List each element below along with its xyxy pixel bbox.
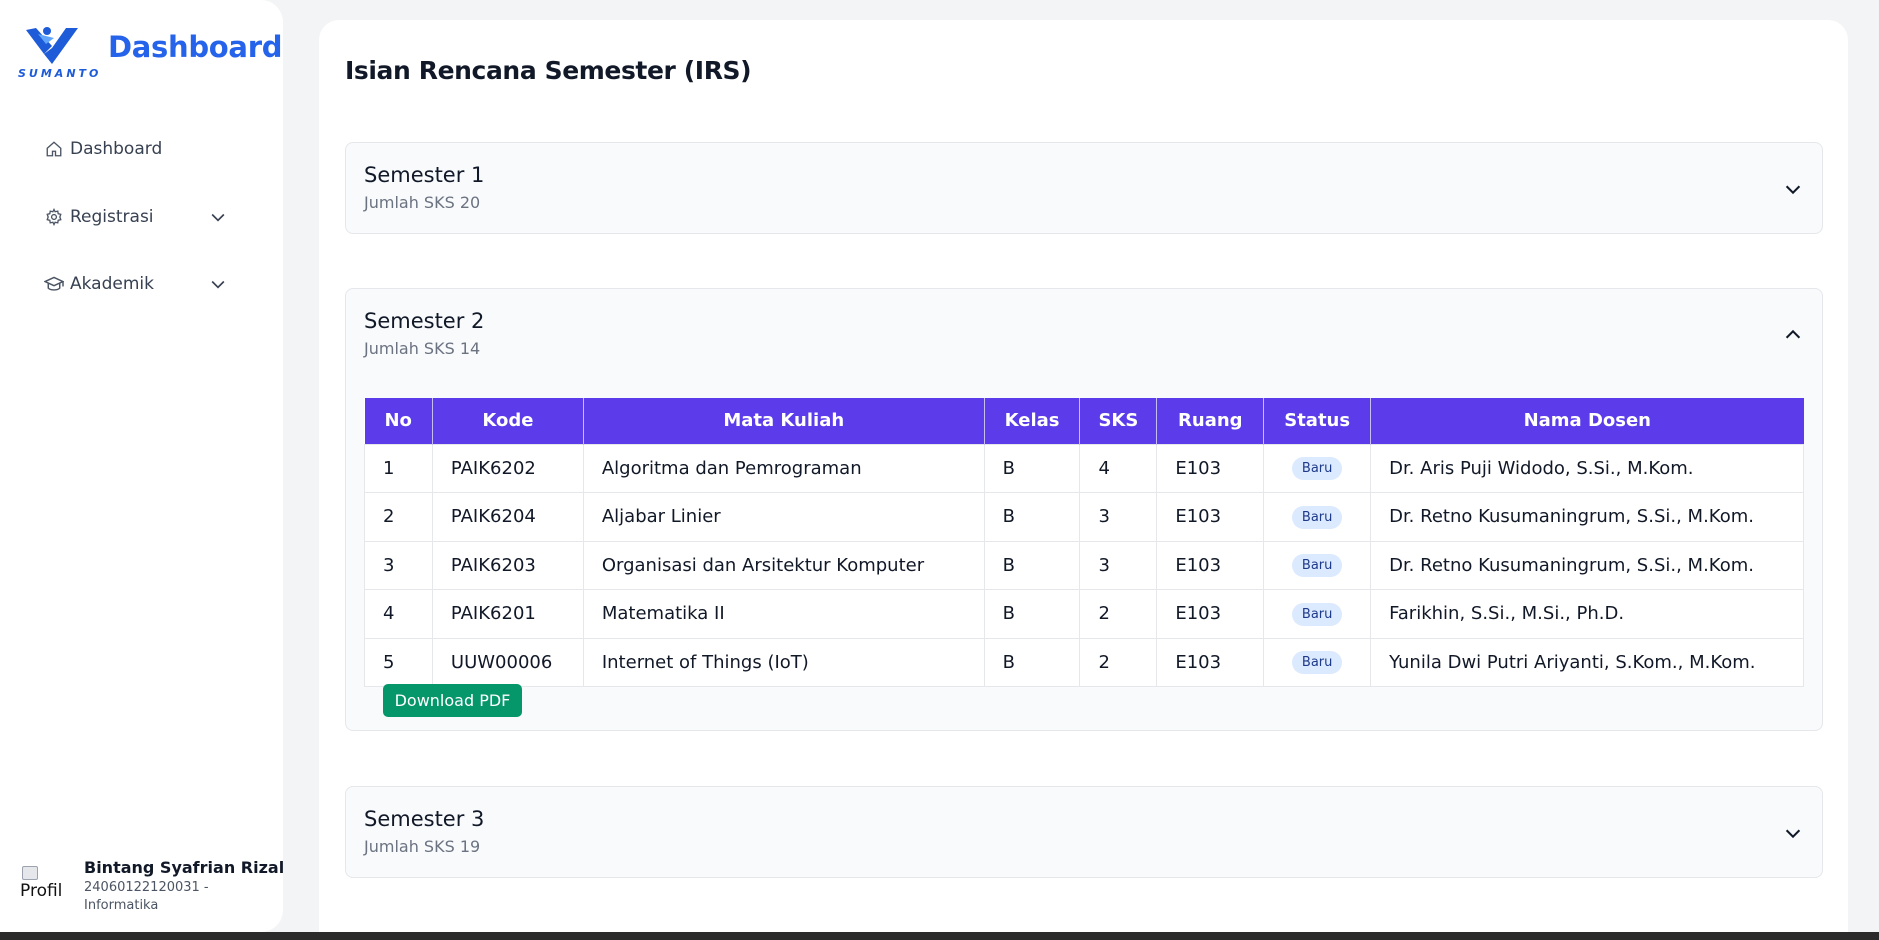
chevron-down-icon[interactable] — [1782, 822, 1804, 844]
chevron-up-icon[interactable] — [1782, 324, 1804, 346]
chevron-down-icon[interactable] — [208, 207, 228, 227]
cell-no: 3 — [364, 540, 433, 590]
chevron-down-icon[interactable] — [1782, 178, 1804, 200]
cell-ruang: E103 — [1156, 589, 1265, 639]
table-row: 4 PAIK6201 Matematika II B 2 E103 Baru F… — [364, 589, 1804, 639]
graduation-cap-icon — [44, 274, 64, 294]
logo-text: SUMANTO — [18, 67, 102, 80]
cell-ruang: E103 — [1156, 443, 1265, 493]
col-header-kelas: Kelas — [984, 398, 1081, 444]
profile-name: Bintang Syafrian Rizal — [84, 858, 285, 877]
cell-kelas: B — [983, 443, 1081, 493]
download-pdf-button[interactable]: Download PDF — [383, 684, 522, 717]
cell-no: 5 — [364, 637, 433, 687]
cell-kelas: B — [983, 589, 1081, 639]
window-bottom-edge — [0, 932, 1879, 940]
col-header-nama-dosen: Nama Dosen — [1370, 398, 1804, 444]
cell-no: 4 — [364, 589, 433, 639]
avatar[interactable]: Profil — [20, 866, 68, 908]
sidebar-item-label: Akademik — [70, 274, 154, 294]
cell-kelas: B — [983, 637, 1081, 687]
cell-status: Baru — [1263, 492, 1372, 542]
main-content: Isian Rencana Semester (IRS) Semester 1 … — [319, 20, 1848, 940]
cell-mata-kuliah: Algoritma dan Pemrograman — [582, 443, 985, 493]
chevron-down-icon[interactable] — [208, 274, 228, 294]
cell-nama-dosen: Dr. Retno Kusumaningrum, S.Si., M.Kom. — [1370, 540, 1804, 590]
cell-mata-kuliah: Matematika II — [582, 589, 985, 639]
profile-details: 24060122120031 - Informatika — [84, 879, 234, 915]
gear-icon — [44, 207, 64, 227]
semester-card-3[interactable]: Semester 3 Jumlah SKS 19 — [345, 786, 1823, 878]
cell-mata-kuliah: Organisasi dan Arsitektur Komputer — [582, 540, 985, 590]
status-badge: Baru — [1291, 651, 1343, 675]
semester-card-2[interactable]: Semester 2 Jumlah SKS 14 No Kode Mata Ku… — [345, 288, 1823, 731]
status-badge: Baru — [1291, 457, 1343, 481]
cell-ruang: E103 — [1156, 637, 1265, 687]
semester-title: Semester 3 — [364, 807, 485, 831]
irs-table: No Kode Mata Kuliah Kelas SKS Ruang Stat… — [364, 398, 1804, 687]
cell-nama-dosen: Yunila Dwi Putri Ariyanti, S.Kom., M.Kom… — [1370, 637, 1804, 687]
cell-mata-kuliah: Aljabar Linier — [582, 492, 985, 542]
cell-nama-dosen: Dr. Aris Puji Widodo, S.Si., M.Kom. — [1370, 443, 1804, 493]
cell-sks: 3 — [1079, 540, 1158, 590]
home-icon — [44, 139, 64, 159]
status-badge: Baru — [1291, 554, 1343, 578]
status-badge: Baru — [1291, 505, 1343, 529]
cell-status: Baru — [1263, 637, 1372, 687]
semester-sks: Jumlah SKS 19 — [364, 837, 481, 856]
sidebar-item-label: Dashboard — [70, 139, 163, 159]
cell-status: Baru — [1263, 443, 1372, 493]
cell-sks: 4 — [1079, 443, 1158, 493]
semester-sks: Jumlah SKS 20 — [364, 193, 481, 212]
status-badge: Baru — [1291, 602, 1343, 626]
sumanto-logo-icon — [26, 27, 78, 64]
cell-kode: PAIK6202 — [431, 443, 584, 493]
sidebar-item-label: Registrasi — [70, 207, 154, 227]
cell-nama-dosen: Dr. Retno Kusumaningrum, S.Si., M.Kom. — [1370, 492, 1804, 542]
cell-kode: PAIK6204 — [431, 492, 584, 542]
sidebar-item-dashboard[interactable]: Dashboard — [44, 134, 244, 164]
cell-ruang: E103 — [1156, 492, 1265, 542]
avatar-alt-text: Profil — [20, 881, 63, 901]
table-row: 1 PAIK6202 Algoritma dan Pemrograman B 4… — [364, 443, 1804, 493]
col-header-no: No — [364, 398, 433, 444]
col-header-ruang: Ruang — [1156, 398, 1265, 444]
semester-title: Semester 2 — [364, 309, 485, 333]
cell-kelas: B — [983, 492, 1081, 542]
cell-status: Baru — [1263, 589, 1372, 639]
cell-kelas: B — [983, 540, 1081, 590]
sidebar: SUMANTO Dashboard Dashboard Registrasi A… — [0, 0, 284, 932]
brand[interactable]: SUMANTO Dashboard — [16, 24, 282, 84]
cell-ruang: E103 — [1156, 540, 1265, 590]
cell-mata-kuliah: Internet of Things (IoT) — [582, 637, 985, 687]
col-header-sks: SKS — [1079, 398, 1158, 444]
table-row: 2 PAIK6204 Aljabar Linier B 3 E103 Baru … — [364, 492, 1804, 542]
cell-sks: 2 — [1079, 637, 1158, 687]
cell-status: Baru — [1263, 540, 1372, 590]
cell-no: 2 — [364, 492, 433, 542]
table-row: 5 UUW00006 Internet of Things (IoT) B 2 … — [364, 637, 1804, 687]
col-header-status: Status — [1263, 398, 1372, 444]
cell-nama-dosen: Farikhin, S.Si., M.Si., Ph.D. — [1370, 589, 1804, 639]
profile-program: Informatika — [84, 898, 159, 913]
cell-kode: UUW00006 — [431, 637, 584, 687]
page-title: Isian Rencana Semester (IRS) — [345, 56, 752, 85]
cell-sks: 3 — [1079, 492, 1158, 542]
brand-title: Dashboard — [108, 30, 283, 64]
table-row: 3 PAIK6203 Organisasi dan Arsitektur Kom… — [364, 540, 1804, 590]
semester-card-1[interactable]: Semester 1 Jumlah SKS 20 — [345, 142, 1823, 234]
user-profile[interactable]: Profil Bintang Syafrian Rizal 2406012212… — [20, 858, 284, 918]
cell-no: 1 — [364, 443, 433, 493]
sidebar-item-akademik[interactable]: Akademik — [44, 269, 244, 299]
col-header-kode: Kode — [432, 398, 584, 444]
table-header-row: No Kode Mata Kuliah Kelas SKS Ruang Stat… — [364, 398, 1804, 444]
semester-title: Semester 1 — [364, 163, 485, 187]
cell-kode: PAIK6201 — [431, 589, 584, 639]
cell-kode: PAIK6203 — [431, 540, 584, 590]
profile-nim: 24060122120031 - — [84, 880, 209, 895]
semester-sks: Jumlah SKS 14 — [364, 339, 481, 358]
cell-sks: 2 — [1079, 589, 1158, 639]
col-header-mata-kuliah: Mata Kuliah — [583, 398, 985, 444]
sidebar-item-registrasi[interactable]: Registrasi — [44, 202, 244, 232]
